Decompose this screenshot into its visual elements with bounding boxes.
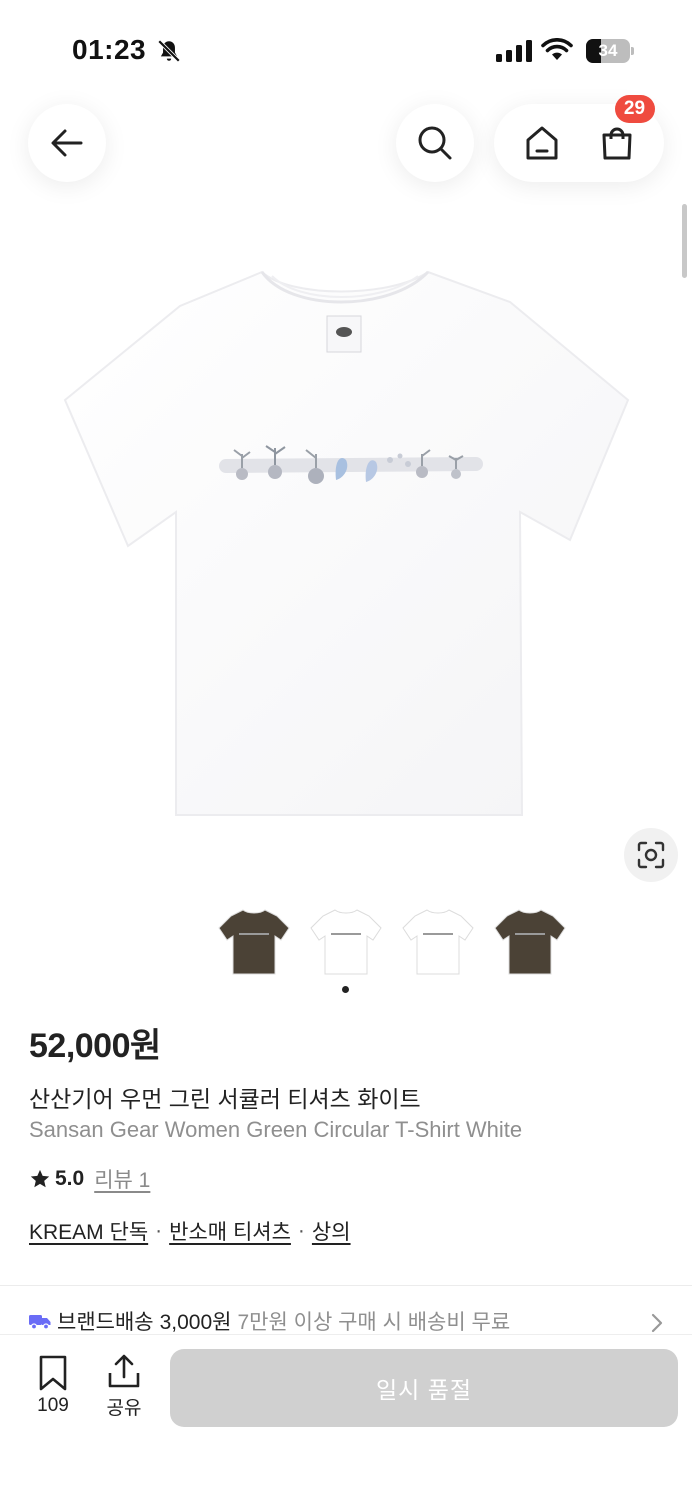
category-breadcrumb: KREAM 단독 · 반소매 티셔츠 · 상의 xyxy=(29,1216,351,1246)
review-link[interactable]: 리뷰 1 xyxy=(94,1164,150,1194)
bookmark-icon xyxy=(39,1355,67,1391)
battery-icon: 34 xyxy=(586,39,634,63)
thumbnail-1[interactable] xyxy=(214,898,294,984)
status-time: 01:23 xyxy=(72,34,147,65)
shipping-label: 브랜드배송 xyxy=(57,1311,154,1334)
thumbnail-4[interactable] xyxy=(490,898,570,984)
bell-off-icon xyxy=(157,39,181,63)
search-icon xyxy=(418,126,452,160)
thumbnail-2[interactable] xyxy=(306,898,386,984)
product-name-en: Sansan Gear Women Green Circular T-Shirt… xyxy=(29,1117,523,1142)
lens-icon xyxy=(637,841,665,869)
home-cart-group: 29 xyxy=(494,95,664,182)
shipping-fee: 3,000원 xyxy=(159,1311,232,1334)
signal-icon xyxy=(496,40,532,62)
category-separator: · xyxy=(297,1219,305,1242)
thumbnail-shirt xyxy=(218,909,290,975)
shipping-info-row[interactable]: 브랜드배송 3,000원 7만원 이상 구매 시 배송비 무료 xyxy=(29,1306,669,1336)
home-icon[interactable] xyxy=(522,123,562,163)
arrow-left-icon xyxy=(51,129,83,157)
bottom-action-bar: 109 공유 일시 품절 xyxy=(0,1334,692,1500)
category-separator: · xyxy=(155,1219,163,1242)
thumbnail-list xyxy=(214,898,570,984)
product-name-ko: 산산기어 우먼 그린 서큘러 티셔츠 화이트 xyxy=(29,1086,421,1112)
thumbnail-3[interactable] xyxy=(398,898,478,984)
scrollbar[interactable] xyxy=(682,204,687,278)
category-link-tops[interactable]: 상의 xyxy=(312,1216,351,1246)
thumbnail-shirt xyxy=(494,909,566,975)
category-link-kream-exclusive[interactable]: KREAM 단독 xyxy=(29,1216,148,1246)
cart-button[interactable]: 29 xyxy=(597,95,655,163)
wifi-icon xyxy=(541,38,573,60)
battery-level: 34 xyxy=(598,41,618,60)
back-button[interactable] xyxy=(28,104,106,182)
bookmark-count: 109 xyxy=(37,1395,69,1416)
product-price: 52,000원 xyxy=(29,1027,161,1065)
soldout-button[interactable]: 일시 품절 xyxy=(170,1349,678,1427)
divider xyxy=(0,1285,692,1286)
rating-row: 5.0 리뷰 1 xyxy=(29,1164,150,1194)
status-bar: 01:23 34 xyxy=(0,0,692,100)
image-search-button[interactable] xyxy=(624,828,678,882)
share-label: 공유 xyxy=(106,1398,142,1419)
star-icon xyxy=(30,1169,50,1188)
search-button[interactable] xyxy=(396,104,474,182)
shipping-note: 7만원 이상 구매 시 배송비 무료 xyxy=(237,1311,511,1334)
thumbnail-shirt xyxy=(402,909,474,975)
category-link-short-sleeve[interactable]: 반소매 티셔츠 xyxy=(169,1216,291,1246)
shopping-bag-icon xyxy=(602,127,631,160)
share-icon xyxy=(108,1354,140,1388)
product-image[interactable] xyxy=(40,250,650,840)
thumbnail-shirt xyxy=(310,909,382,975)
cart-count-badge: 29 xyxy=(614,95,655,123)
truck-icon xyxy=(29,1315,51,1330)
chevron-right-icon xyxy=(651,1313,663,1333)
rating-value: 5.0 xyxy=(55,1167,85,1190)
bookmark-button[interactable]: 109 xyxy=(22,1355,84,1425)
page-indicator-dot xyxy=(342,986,349,993)
share-button[interactable]: 공유 xyxy=(94,1353,154,1425)
